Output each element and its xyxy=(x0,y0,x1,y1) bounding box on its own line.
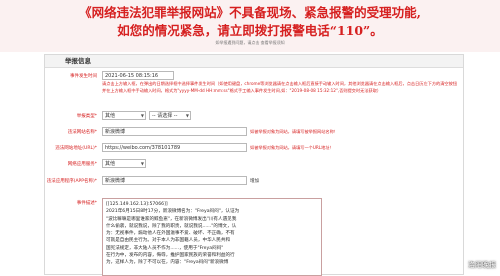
report-info-panel: 举报信息 事件发生时间 2021-06-15 08:15:16 请点击上方输入框… xyxy=(44,54,464,276)
site-name-label: 违法网站名称* xyxy=(67,130,97,135)
type-select[interactable]: 其他 ▼ xyxy=(102,111,146,120)
service-select[interactable]: 其他 ▼ xyxy=(102,159,146,168)
desc-line: "波比嘛嘛是哪里谁家的鲸鱼崽"，在新浪微博发出"川有人遇见我 xyxy=(106,216,237,222)
subtype-select[interactable]: -- 请选择 -- ▼ xyxy=(149,111,191,120)
warning-line-1: 《网络违法犯罪举报网站》不具备现场、紧急报警的受理功能, xyxy=(79,5,421,20)
warning-line-2: 如您的情况紧急，请立即拨打报警电话“110”。 xyxy=(117,23,383,38)
service-label: 网络应用服务* xyxy=(67,162,97,167)
desc-line: [[125.149.162.13]:57066]] xyxy=(106,202,168,207)
desc-line: 为，这样人为，除了不可以在，内容："Freya闷闷"新浪微博 xyxy=(106,260,229,266)
time-hint: 请点击上方输入框，在弹出的日期选择框中选择事件发生时间（如使用键盘，chrome… xyxy=(102,81,457,93)
app-name-label: 违法应用程序(APP名称)* xyxy=(46,179,97,184)
desc-line: 什么偷袭，就说我说，除了我的职责，就说我说......"的博文，认 xyxy=(106,223,237,229)
desc-line: 国宪法规定，非大陆人员不作为......，使用于"Freya闷闷" xyxy=(106,245,224,251)
panel-header: 举报信息 xyxy=(45,55,463,68)
watermark: 洛阳晚报 xyxy=(468,261,496,269)
app-name-input[interactable]: 新浪微博 xyxy=(102,176,247,185)
site-url-input[interactable]: https://weibo.com/378101789 xyxy=(102,143,247,152)
add-app-link[interactable]: 增加 xyxy=(250,178,259,184)
desc-line: 可就是自由民主行为。对于本人为非国籍人员，中华人民共和 xyxy=(106,238,231,244)
desc-line: 2021年6月15日8时17分，新浪微博名为："Freya闷闷"，认证为 xyxy=(106,209,240,215)
time-label: 事件发生时间 xyxy=(70,74,97,79)
site-name-hint: 如被举报对象为网站，请填写被举报网站名称！ xyxy=(250,129,338,134)
chevron-down-icon: ▼ xyxy=(185,113,189,118)
type-label: 举报类型* xyxy=(76,114,97,119)
chevron-down-icon: ▼ xyxy=(140,113,144,118)
service-select-value: 其他 xyxy=(105,161,116,167)
site-name-input[interactable]: 新浪微博 xyxy=(102,127,247,136)
chevron-down-icon: ▼ xyxy=(140,161,144,166)
desc-line: 为：无视事件，煽动他人在外国滋事不爱、破坏、不正确，不有 xyxy=(106,231,235,237)
time-input[interactable]: 2021-06-15 08:15:16 xyxy=(102,71,174,80)
panel-title: 举报信息 xyxy=(65,57,91,65)
report-notice[interactable]: 如举报遇到问题，请点击 查看举报须知 xyxy=(0,40,500,46)
desc-label: 事件描述* xyxy=(76,201,97,206)
type-select-value: 其他 xyxy=(105,113,116,119)
site-url-label: 违法网站地址(URL)* xyxy=(55,146,97,151)
desc-line: 在行为中，发布的内容，侮辱，推护国家民族的荣誉和利益的行 xyxy=(106,253,235,259)
site-url-hint: 如被举报对象为网站，请填写一个URL地址！ xyxy=(250,145,334,150)
subtype-select-value: -- 请选择 -- xyxy=(152,113,178,119)
description-textarea[interactable]: [[125.149.162.13]:57066]] 2021年6月15日8时17… xyxy=(102,198,322,276)
